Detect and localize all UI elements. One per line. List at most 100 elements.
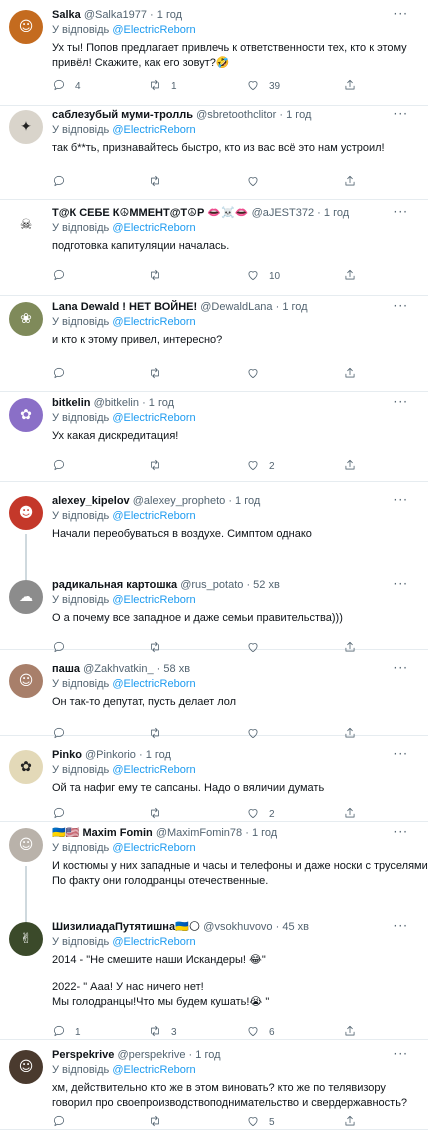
retweet-button[interactable]: [148, 268, 171, 284]
timestamp[interactable]: 1 год: [282, 301, 307, 313]
author-name[interactable]: alexey_kipelov: [52, 495, 130, 507]
retweet-button[interactable]: [148, 806, 171, 822]
retweet-button[interactable]: [148, 640, 171, 656]
author-handle[interactable]: @aJEST372: [252, 207, 315, 219]
more-options-icon[interactable]: ···: [394, 300, 408, 312]
share-button[interactable]: [343, 726, 357, 742]
timestamp[interactable]: 1 год: [149, 397, 174, 409]
avatar[interactable]: ✌: [9, 922, 43, 956]
timestamp[interactable]: 1 год: [146, 749, 171, 761]
like-button[interactable]: [246, 726, 269, 742]
like-button[interactable]: [246, 640, 269, 656]
reply-button[interactable]: [52, 726, 75, 742]
like-button[interactable]: 10: [246, 268, 280, 284]
more-options-icon[interactable]: ···: [394, 1048, 408, 1060]
more-options-icon[interactable]: ···: [394, 206, 408, 218]
more-options-icon[interactable]: ···: [394, 920, 408, 932]
more-options-icon[interactable]: ···: [394, 826, 408, 838]
avatar[interactable]: ❀: [9, 302, 43, 336]
like-button[interactable]: 2: [246, 458, 275, 474]
author-handle[interactable]: @rus_potato: [180, 579, 243, 591]
retweet-button[interactable]: 3: [148, 1024, 177, 1040]
reply-button[interactable]: [52, 366, 75, 382]
more-options-icon[interactable]: ···: [394, 662, 408, 674]
share-button[interactable]: [343, 174, 357, 190]
author-name[interactable]: Lana Dewald ! НЕТ ВОЙНЕ!: [52, 301, 197, 313]
mention-link[interactable]: @ElectricReborn: [112, 24, 195, 36]
timestamp[interactable]: 1 год: [157, 9, 182, 21]
author-handle[interactable]: @bitkelin: [94, 397, 139, 409]
avatar[interactable]: ☠: [9, 208, 43, 242]
author-name[interactable]: Perspekrive: [52, 1049, 114, 1061]
like-button[interactable]: 5: [246, 1114, 275, 1130]
mention-link[interactable]: @ElectricReborn: [112, 510, 195, 522]
like-button[interactable]: 6: [246, 1024, 275, 1040]
reply-button[interactable]: [52, 1114, 75, 1130]
tweet[interactable]: ☠ Т@К СЕБЕ К☮ММЕНТ@Т☮Р 👄☠️👄 @aJEST372 · 1…: [0, 206, 428, 296]
tweet[interactable]: ✿ bitkelin @bitkelin · 1 год ··· У відповід…: [0, 396, 428, 482]
avatar[interactable]: ☺: [9, 1050, 43, 1084]
more-options-icon[interactable]: ···: [394, 108, 408, 120]
tweet[interactable]: ☺ паша @Zakhvatkin_ · 58 хв ··· У відповідь…: [0, 662, 428, 738]
avatar[interactable]: ☺: [9, 828, 43, 862]
tweet[interactable]: ❀ Lana Dewald ! НЕТ ВОЙНЕ! @DewaldLana · …: [0, 300, 428, 392]
reply-button[interactable]: [52, 640, 75, 656]
avatar[interactable]: ☻: [9, 496, 43, 530]
reply-button[interactable]: [52, 806, 75, 822]
tweet[interactable]: ✿ Pinko @Pinkorio · 1 год ··· У відповідь @…: [0, 748, 428, 822]
like-button[interactable]: 39: [246, 78, 280, 94]
timestamp[interactable]: 1 год: [286, 109, 311, 121]
more-options-icon[interactable]: ···: [394, 494, 408, 506]
timestamp[interactable]: 58 хв: [163, 663, 190, 675]
mention-link[interactable]: @ElectricReborn: [112, 936, 195, 948]
tweet[interactable]: ☁ радикальная картошка @rus_potato · 52 х…: [0, 578, 428, 652]
reply-button[interactable]: 1: [52, 1024, 81, 1040]
author-name[interactable]: Salka: [52, 9, 81, 21]
retweet-button[interactable]: [148, 174, 171, 190]
tweet[interactable]: ☻ alexey_kipelov @alexey_propheto · 1 год…: [0, 494, 428, 580]
timestamp[interactable]: 1 год: [195, 1049, 220, 1061]
avatar[interactable]: ☺: [9, 664, 43, 698]
reply-button[interactable]: [52, 458, 75, 474]
author-name[interactable]: Pinko: [52, 749, 82, 761]
avatar[interactable]: ☁: [9, 580, 43, 614]
avatar[interactable]: ✦: [9, 110, 43, 144]
share-button[interactable]: [343, 640, 357, 656]
author-name[interactable]: ШизилиадаПутятишна🇺🇦🌕: [52, 921, 200, 933]
retweet-button[interactable]: [148, 726, 171, 742]
share-button[interactable]: [343, 1114, 357, 1130]
share-button[interactable]: [343, 268, 357, 284]
retweet-button[interactable]: [148, 458, 171, 474]
avatar[interactable]: ✿: [9, 750, 43, 784]
more-options-icon[interactable]: ···: [394, 8, 408, 20]
reply-button[interactable]: [52, 174, 75, 190]
tweet[interactable]: ☺ Salka @Salka1977 · 1 год ··· У відповідь …: [0, 8, 428, 106]
mention-link[interactable]: @ElectricReborn: [112, 222, 195, 234]
author-name[interactable]: Т@К СЕБЕ К☮ММЕНТ@Т☮Р 👄☠️👄: [52, 207, 249, 219]
author-handle[interactable]: @sbretoothclitor: [196, 109, 276, 121]
author-name[interactable]: паша: [52, 663, 80, 675]
share-button[interactable]: [343, 1024, 357, 1040]
mention-link[interactable]: @ElectricReborn: [112, 124, 195, 136]
share-button[interactable]: [343, 78, 357, 94]
timestamp[interactable]: 1 год: [324, 207, 349, 219]
mention-link[interactable]: @ElectricReborn: [112, 412, 195, 424]
tweet[interactable]: ✌ ШизилиадаПутятишна🇺🇦🌕 @vsokhuvovo · 45 …: [0, 920, 428, 1040]
like-button[interactable]: 2: [246, 806, 275, 822]
mention-link[interactable]: @ElectricReborn: [112, 316, 195, 328]
mention-link[interactable]: @ElectricReborn: [112, 842, 195, 854]
author-handle[interactable]: @Salka1977: [84, 9, 147, 21]
author-handle[interactable]: @perspekrive: [117, 1049, 185, 1061]
avatar[interactable]: ☺: [9, 10, 43, 44]
tweet[interactable]: ✦ саблезубый муми-тролль @sbretoothclitor…: [0, 108, 428, 200]
like-button[interactable]: [246, 366, 269, 382]
like-button[interactable]: [246, 174, 269, 190]
author-name[interactable]: bitkelin: [52, 397, 91, 409]
reply-button[interactable]: [52, 268, 75, 284]
share-button[interactable]: [343, 366, 357, 382]
timestamp[interactable]: 1 год: [252, 827, 277, 839]
author-handle[interactable]: @DewaldLana: [200, 301, 272, 313]
author-handle[interactable]: @MaximFomin78: [156, 827, 242, 839]
more-options-icon[interactable]: ···: [394, 396, 408, 408]
tweet[interactable]: ☺ 🇺🇦🇺🇸 Maxim Fomin @MaximFomin78 · 1 год ·…: [0, 826, 428, 922]
